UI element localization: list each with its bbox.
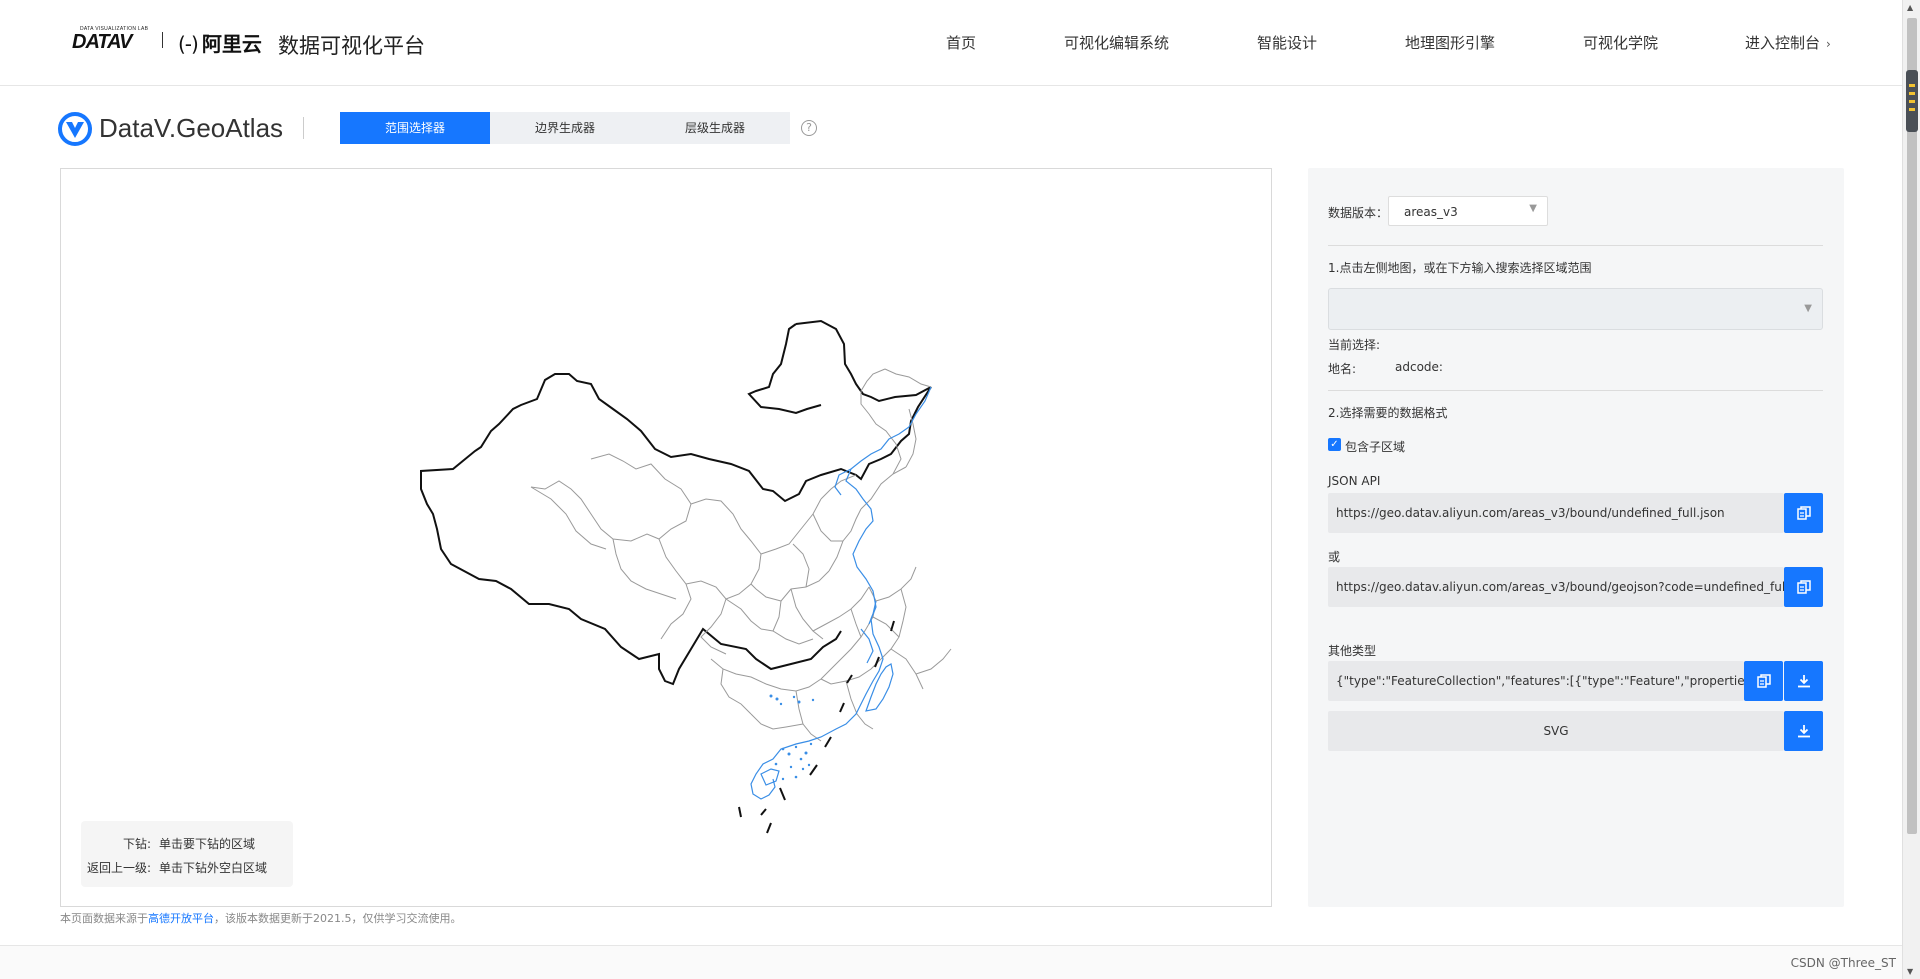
map-legend: 下钻: 单击要下钻的区域 返回上一级: 单击下钻外空白区域 <box>81 821 293 887</box>
or-label: 或 <box>1328 550 1341 564</box>
help-icon[interactable]: ? <box>801 120 817 136</box>
tab-boundary-generator[interactable]: 边界生成器 <box>490 112 640 144</box>
nav-academy[interactable]: 可视化学院 <box>1583 32 1658 53</box>
legend-value: 单击要下钻的区域 <box>159 837 256 851</box>
side-widget[interactable] <box>1906 70 1918 132</box>
legend-row: 返回上一级: 单击下钻外空白区域 <box>81 859 267 876</box>
province-borders[interactable] <box>530 368 952 742</box>
copy-json-api-button[interactable] <box>1784 493 1823 533</box>
chevron-right-icon: › <box>1826 37 1831 51</box>
current-selection-label: 当前选择: <box>1328 338 1381 352</box>
page-scrollbar[interactable]: ▲ ▼ <box>1902 0 1920 979</box>
step1-label: 1.点击左侧地图，或在下方输入搜索选择区域范围 <box>1328 261 1592 275</box>
geoatlas-logo-icon <box>58 112 92 146</box>
china-map[interactable] <box>61 169 1273 908</box>
divider <box>1328 245 1823 246</box>
svg-label: SVG <box>1543 724 1569 738</box>
download-icon <box>1798 675 1810 688</box>
site-title: 数据可视化平台 <box>278 34 425 58</box>
map-canvas[interactable]: 下钻: 单击要下钻的区域 返回上一级: 单击下钻外空白区域 <box>60 168 1272 907</box>
copy-geojson-button[interactable] <box>1784 567 1823 607</box>
data-version-select[interactable]: areas_v3 ▼ <box>1388 196 1548 226</box>
top-navbar: DATA VISUALIZATION LAB DATAV (-) 阿里云 数据可视… <box>0 0 1902 86</box>
data-source-footnote: 本页面数据来源于高德开放平台，该版本数据更新于2021.5，仅供学习交流使用。 <box>60 910 462 926</box>
tool-tabs: 范围选择器 边界生成器 层级生成器 <box>340 112 790 144</box>
data-version-label: 数据版本： <box>1328 206 1389 220</box>
adcode-label: adcode: <box>1395 360 1443 374</box>
svg-field: SVG <box>1328 711 1784 751</box>
amap-open-platform-link[interactable]: 高德开放平台 <box>148 912 214 925</box>
nav-home[interactable]: 首页 <box>946 32 976 53</box>
include-children-label: 包含子区域 <box>1345 440 1406 454</box>
geoatlas-title: DataV.GeoAtlas <box>99 113 284 143</box>
include-children-checkbox[interactable]: ✓ <box>1328 438 1341 451</box>
region-search-select[interactable]: ▼ <box>1328 288 1823 330</box>
northeast-border[interactable] <box>747 323 822 415</box>
bottom-bar <box>0 945 1902 979</box>
logo-wordmark: DATAV <box>72 31 132 53</box>
geojson-url: https://geo.datav.aliyun.com/areas_v3/bo… <box>1336 580 1784 594</box>
copy-icon <box>1797 506 1811 520</box>
footnote-suffix: ，该版本数据更新于2021.5，仅供学习交流使用。 <box>214 912 462 925</box>
chevron-down-icon: ▼ <box>1529 203 1537 214</box>
scrollbar-thumb[interactable] <box>1907 18 1917 834</box>
footnote-prefix: 本页面数据来源于 <box>60 912 148 925</box>
place-name-label: 地名: <box>1328 362 1357 376</box>
tab-level-generator[interactable]: 层级生成器 <box>640 112 790 144</box>
console-label: 进入控制台 <box>1745 34 1821 52</box>
download-svg-button[interactable] <box>1784 711 1823 751</box>
nav-geo-engine[interactable]: 地理图形引擎 <box>1405 32 1495 53</box>
copy-icon <box>1797 580 1811 594</box>
geojson-url-field[interactable]: https://geo.datav.aliyun.com/areas_v3/bo… <box>1328 567 1784 607</box>
step2-label: 2.选择需要的数据格式 <box>1328 406 1448 420</box>
options-panel: 数据版本： areas_v3 ▼ 1.点击左侧地图，或在下方输入搜索选择区域范围… <box>1308 168 1844 907</box>
aliyun-logo[interactable]: (-) 阿里云 <box>178 28 262 57</box>
chevron-down-icon: ▼ <box>1804 303 1812 314</box>
legend-value: 单击下钻外空白区域 <box>159 861 268 875</box>
copy-icon <box>1757 674 1771 688</box>
json-api-url: https://geo.datav.aliyun.com/areas_v3/bo… <box>1336 506 1725 520</box>
download-other-types-button[interactable] <box>1784 661 1823 701</box>
other-types-field[interactable]: {"type":"FeatureCollection","features":[… <box>1328 661 1744 701</box>
south-sea-islands[interactable] <box>769 694 815 781</box>
data-version-value: areas_v3 <box>1404 205 1458 219</box>
nav-console[interactable]: 进入控制台 › <box>1745 32 1831 53</box>
scroll-down-icon[interactable]: ▼ <box>1907 967 1913 976</box>
other-types-value: {"type":"FeatureCollection","features":[… <box>1336 674 1744 688</box>
nav-smart-design[interactable]: 智能设计 <box>1257 32 1317 53</box>
coastline[interactable] <box>750 386 932 800</box>
csdn-watermark: CSDN @Three_ST <box>1790 956 1896 970</box>
aliyun-logo-text: 阿里云 <box>201 32 262 56</box>
title-divider <box>303 117 304 139</box>
legend-key: 下钻: <box>122 837 151 851</box>
json-api-url-field[interactable]: https://geo.datav.aliyun.com/areas_v3/bo… <box>1328 493 1784 533</box>
copy-other-types-button[interactable] <box>1744 661 1783 701</box>
legend-key: 返回上一级: <box>86 861 151 875</box>
json-api-label: JSON API <box>1328 474 1381 488</box>
logo-divider <box>162 32 163 48</box>
legend-row: 下钻: 单击要下钻的区域 <box>81 835 255 852</box>
download-icon <box>1798 725 1810 738</box>
nav-visual-editor[interactable]: 可视化编辑系统 <box>1064 32 1169 53</box>
datav-logo[interactable]: DATA VISUALIZATION LAB DATAV <box>72 26 152 53</box>
aliyun-bracket-icon: (-) <box>178 32 199 56</box>
national-border[interactable] <box>420 319 932 686</box>
scroll-up-icon[interactable]: ▲ <box>1907 3 1913 12</box>
tab-range-selector[interactable]: 范围选择器 <box>340 112 490 144</box>
other-types-label: 其他类型 <box>1328 644 1377 658</box>
divider <box>1328 390 1823 391</box>
